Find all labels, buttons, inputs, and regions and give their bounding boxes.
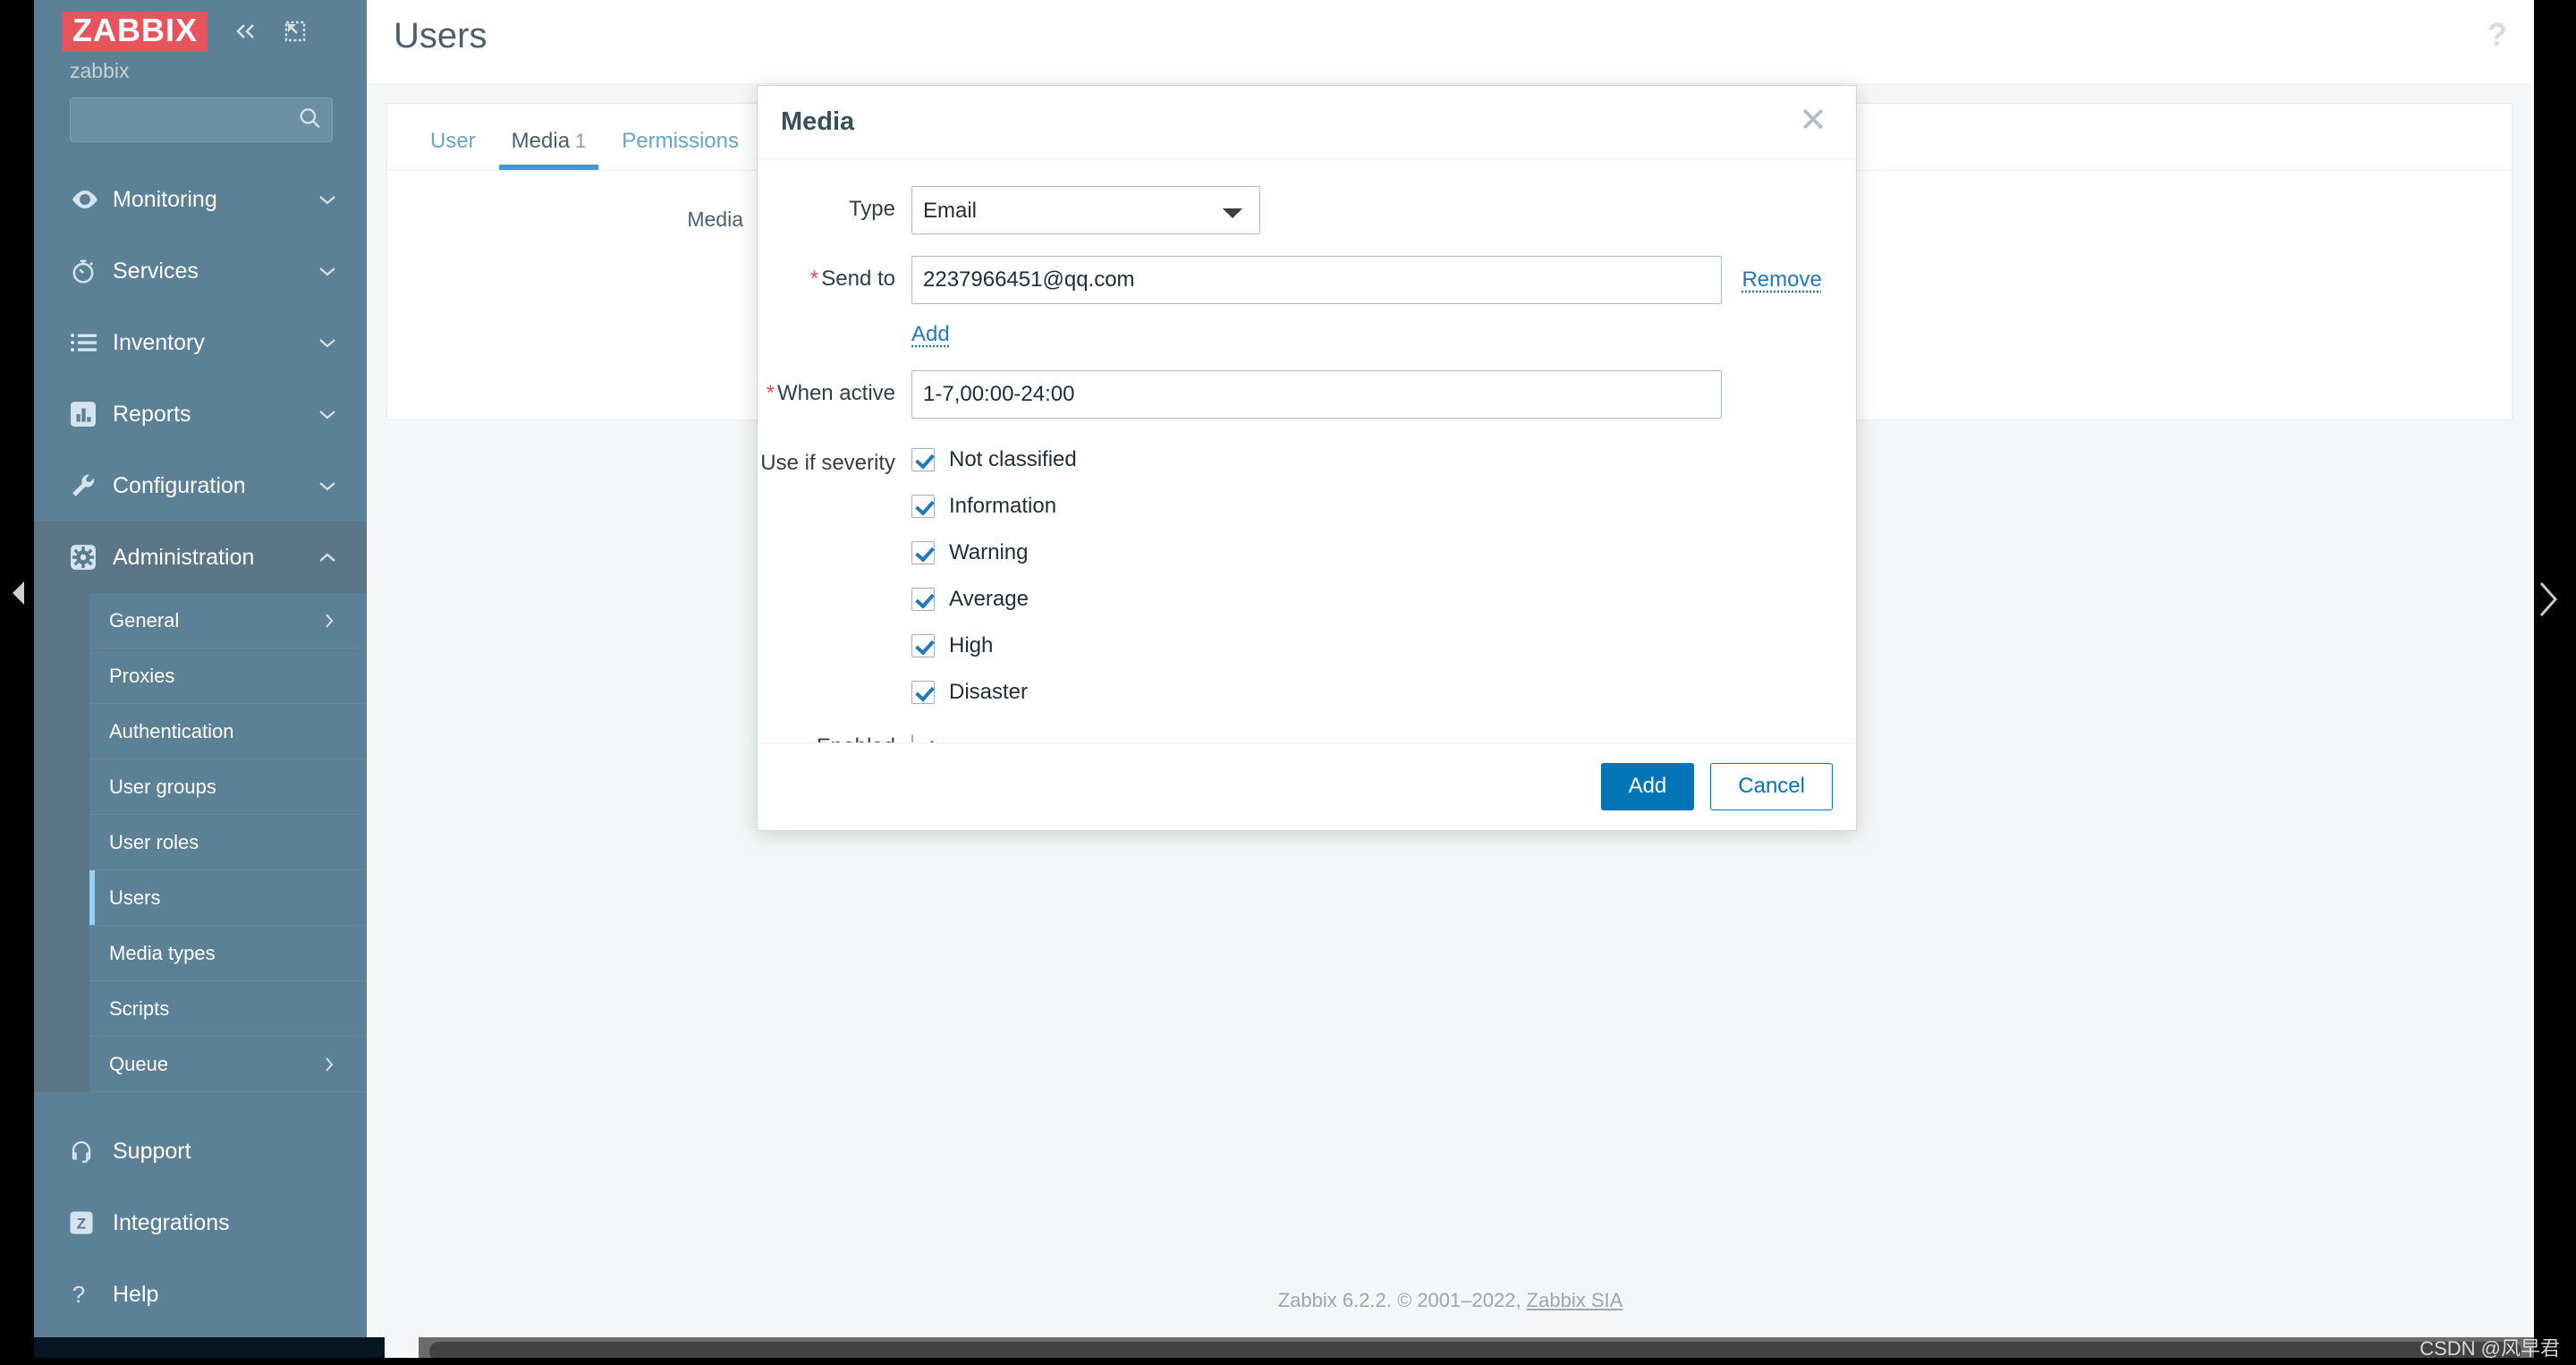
send-to-input[interactable] xyxy=(911,256,1722,304)
modal-overlay: Media ✕ Type Email * Send to 2237966451@… xyxy=(34,0,2534,1365)
whenactive-label: * When active xyxy=(758,370,911,417)
field-row-severity: Use if severity Not classified Informati… xyxy=(758,440,1856,712)
severity-label-text: Average xyxy=(949,587,1029,611)
media-modal: Media ✕ Type Email * Send to 2237966451@… xyxy=(757,85,1857,831)
type-label: Type xyxy=(848,197,895,221)
severity-checkbox-list: Not classified Information Warning Avera… xyxy=(911,440,1856,712)
severity-label-text: High xyxy=(949,633,994,657)
checkbox-average[interactable] xyxy=(911,588,935,611)
remove-link[interactable]: Remove xyxy=(1741,256,1821,304)
field-row-whenactive: * When active xyxy=(758,370,1856,419)
sendto-label: * Send to xyxy=(758,256,911,302)
severity-label: Use if severity xyxy=(760,451,895,475)
whenactive-label-text: When active xyxy=(776,381,895,405)
severity-item-disaster[interactable]: Disaster xyxy=(911,673,1856,712)
modal-header: Media ✕ xyxy=(758,86,1856,159)
severity-label-text: Not classified xyxy=(949,447,1077,471)
severity-item-warning[interactable]: Warning xyxy=(911,533,1856,572)
severity-label-text: Warning xyxy=(949,540,1029,564)
bottom-strip xyxy=(0,1358,2576,1365)
add-button[interactable]: Add xyxy=(1600,763,1695,810)
severity-item-high[interactable]: High xyxy=(911,626,1856,666)
sendto-label-text: Send to xyxy=(821,267,895,291)
when-active-input[interactable] xyxy=(911,370,1722,419)
required-asterisk: * xyxy=(809,267,819,291)
severity-label-text: Disaster xyxy=(949,680,1029,704)
checkbox-warning[interactable] xyxy=(911,541,935,564)
modal-title: Media xyxy=(781,107,855,136)
field-row-add: Add xyxy=(758,311,1856,347)
field-row-type: Type Email xyxy=(758,186,1856,234)
add-send-to-link[interactable]: Add xyxy=(911,322,950,347)
severity-item-average[interactable]: Average xyxy=(911,580,1856,619)
severity-item-information[interactable]: Information xyxy=(911,487,1856,526)
checkbox-information[interactable] xyxy=(911,495,935,518)
media-type-select[interactable]: Email xyxy=(911,186,1260,234)
required-asterisk: * xyxy=(766,381,775,405)
triangle-left-icon[interactable] xyxy=(13,581,24,605)
severity-label-text: Information xyxy=(949,494,1057,518)
modal-body: Type Email *Send to Remove xyxy=(758,159,1856,760)
chevron-right-icon[interactable] xyxy=(2531,572,2563,631)
browser-page: ZABBIX zabbix Monitoring Services Invent… xyxy=(34,0,2534,1365)
modal-footer: Add Cancel xyxy=(758,742,1856,830)
csdn-watermark: CSDN @风早君 xyxy=(2419,1337,2560,1360)
checkbox-not-classified[interactable] xyxy=(911,448,935,471)
cancel-button[interactable]: Cancel xyxy=(1710,763,1833,810)
field-row-sendto: *Send to Remove xyxy=(758,256,1856,304)
checkbox-high[interactable] xyxy=(911,634,935,657)
checkbox-disaster[interactable] xyxy=(911,681,935,704)
severity-item-not-classified[interactable]: Not classified xyxy=(911,440,1856,479)
close-icon[interactable]: ✕ xyxy=(1790,100,1836,141)
